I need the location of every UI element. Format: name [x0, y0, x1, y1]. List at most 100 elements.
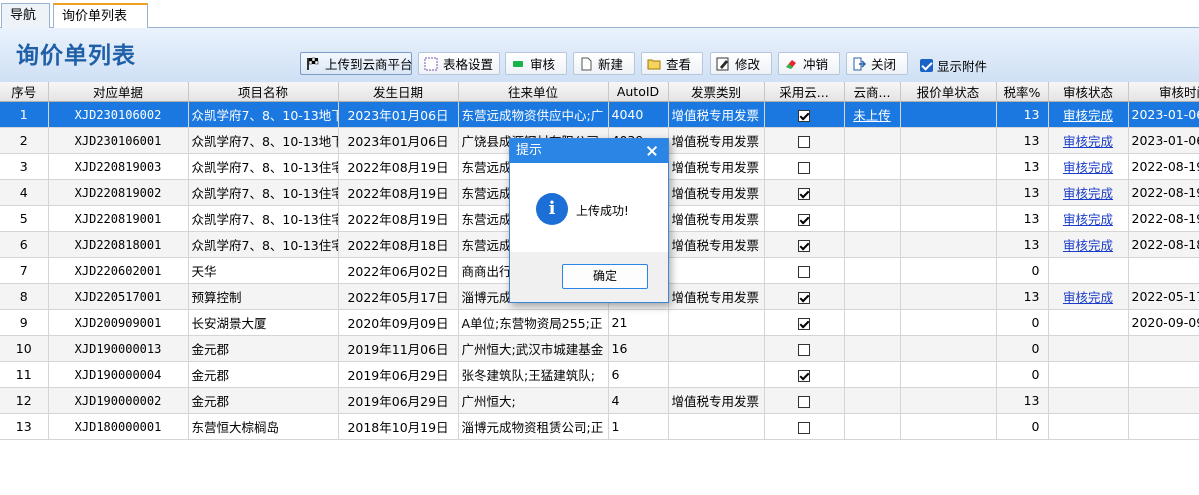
cell-cloud[interactable]	[764, 309, 845, 336]
cloud-checkbox[interactable]	[798, 109, 810, 122]
col-header-audit-time[interactable]: 审核时间	[1128, 82, 1199, 102]
cell-tax[interactable]: 13	[996, 283, 1049, 310]
cell-cloudstat[interactable]	[844, 153, 901, 180]
col-header-quote[interactable]: 报价单状态	[900, 82, 997, 102]
cell-invoice[interactable]	[668, 335, 765, 362]
cell-invoice[interactable]: 增值税专用发票	[668, 179, 765, 206]
cell-cloudstat[interactable]	[844, 387, 901, 414]
cell-quote[interactable]	[900, 335, 997, 362]
cell-audit-time[interactable]: 2022-08-19	[1128, 205, 1199, 232]
cell-invoice[interactable]	[668, 257, 765, 284]
cloud-checkbox[interactable]	[798, 395, 810, 408]
cell-invoice[interactable]: 增值税专用发票	[668, 231, 765, 258]
cell-unit[interactable]: 淄博元成物资租赁公司;正	[458, 413, 609, 440]
cell-project[interactable]: 金元郡	[188, 335, 339, 362]
cell-project[interactable]: 众凯学府7、8、10-13地下	[188, 101, 339, 128]
cell-date[interactable]: 2019年11月06日	[338, 335, 459, 362]
new-button[interactable]: 新建	[573, 52, 635, 75]
cell-tax[interactable]: 0	[996, 413, 1049, 440]
cell-audit[interactable]: 审核完成	[1048, 283, 1129, 310]
table-row[interactable]: 13 XJD180000001 东营恒大棕榈岛 2018年10月19日 淄博元成物资租赁…	[0, 413, 1199, 440]
cell-quote[interactable]	[900, 101, 997, 128]
cell-cloud[interactable]	[764, 153, 845, 180]
cell-date[interactable]: 2022年05月17日	[338, 283, 459, 310]
audit-status-link[interactable]: 审核完成	[1063, 160, 1113, 175]
cell-project[interactable]: 金元郡	[188, 361, 339, 388]
cell-date[interactable]: 2019年06月29日	[338, 361, 459, 388]
cell-project[interactable]: 金元郡	[188, 387, 339, 414]
cell-doc[interactable]: XJD220517001	[48, 283, 189, 310]
cell-cloudstat[interactable]	[844, 335, 901, 362]
cell-invoice[interactable]: 增值税专用发票	[668, 205, 765, 232]
cell-cloudstat[interactable]	[844, 231, 901, 258]
edit-button[interactable]: 修改	[710, 52, 772, 75]
cell-no[interactable]: 10	[0, 335, 49, 362]
cloud-checkbox[interactable]	[798, 317, 810, 330]
cell-invoice[interactable]	[668, 309, 765, 336]
cell-invoice[interactable]: 增值税专用发票	[668, 387, 765, 414]
cell-quote[interactable]	[900, 205, 997, 232]
cell-autoid[interactable]: 1	[608, 413, 669, 440]
cell-date[interactable]: 2018年10月19日	[338, 413, 459, 440]
col-header-cloud[interactable]: 采用云...	[764, 82, 845, 102]
cell-doc[interactable]: XJD200909001	[48, 309, 189, 336]
cell-doc[interactable]: XJD190000004	[48, 361, 189, 388]
cell-audit-time[interactable]: 2022-08-19	[1128, 179, 1199, 206]
cell-unit[interactable]: 广州恒大;武汉市城建基金	[458, 335, 609, 362]
cloud-checkbox[interactable]	[798, 291, 810, 304]
cell-cloud[interactable]	[764, 413, 845, 440]
audit-status-link[interactable]: 审核完成	[1063, 108, 1113, 123]
cell-cloud[interactable]	[764, 127, 845, 154]
cell-quote[interactable]	[900, 231, 997, 258]
cell-date[interactable]: 2022年08月19日	[338, 205, 459, 232]
cell-cloudstat[interactable]	[844, 413, 901, 440]
cell-autoid[interactable]: 6	[608, 361, 669, 388]
cell-cloudstat[interactable]	[844, 361, 901, 388]
cell-unit[interactable]: A单位;东营物资局255;正	[458, 309, 609, 336]
cloud-checkbox[interactable]	[798, 369, 810, 382]
cell-cloud[interactable]	[764, 231, 845, 258]
show-attachments-checkbox[interactable]	[920, 59, 933, 72]
cell-audit-time[interactable]	[1128, 387, 1199, 414]
close-button[interactable]: 关闭	[846, 52, 908, 75]
cell-tax[interactable]: 13	[996, 127, 1049, 154]
cell-date[interactable]: 2023年01月06日	[338, 101, 459, 128]
cell-audit[interactable]: 审核完成	[1048, 101, 1129, 128]
cell-audit[interactable]: 审核完成	[1048, 205, 1129, 232]
show-attachments-toggle[interactable]: 显示附件	[920, 56, 987, 75]
cell-no[interactable]: 8	[0, 283, 49, 310]
col-header-audit[interactable]: 审核状态	[1048, 82, 1129, 102]
ok-button[interactable]: 确定	[562, 264, 648, 289]
cell-tax[interactable]: 13	[996, 179, 1049, 206]
cell-audit-time[interactable]: 2020-09-09	[1128, 309, 1199, 336]
cell-quote[interactable]	[900, 283, 997, 310]
cloud-checkbox[interactable]	[798, 421, 810, 434]
cell-unit[interactable]: 东营远成物资供应中心;广	[458, 101, 609, 128]
cell-cloudstat[interactable]	[844, 309, 901, 336]
cloud-checkbox[interactable]	[798, 213, 810, 226]
cell-unit[interactable]: 张冬建筑队;王猛建筑队;	[458, 361, 609, 388]
cell-audit[interactable]: 审核完成	[1048, 153, 1129, 180]
cell-unit[interactable]: 广州恒大;	[458, 387, 609, 414]
cell-doc[interactable]: XJD190000002	[48, 387, 189, 414]
cell-tax[interactable]: 13	[996, 205, 1049, 232]
cell-no[interactable]: 1	[0, 101, 49, 128]
col-header-date[interactable]: 发生日期	[338, 82, 459, 102]
cell-date[interactable]: 2022年08月19日	[338, 179, 459, 206]
reverse-button[interactable]: 冲销	[778, 52, 840, 75]
cloud-checkbox[interactable]	[798, 187, 810, 200]
cell-quote[interactable]	[900, 309, 997, 336]
cell-date[interactable]: 2019年06月29日	[338, 387, 459, 414]
cell-no[interactable]: 11	[0, 361, 49, 388]
cell-project[interactable]: 天华	[188, 257, 339, 284]
cell-cloudstat[interactable]: 未上传	[844, 101, 901, 128]
cell-cloud[interactable]	[764, 101, 845, 128]
cell-invoice[interactable]: 增值税专用发票	[668, 153, 765, 180]
close-icon[interactable]	[644, 139, 660, 163]
cell-cloud[interactable]	[764, 361, 845, 388]
cell-audit[interactable]: 审核完成	[1048, 179, 1129, 206]
cell-cloud[interactable]	[764, 335, 845, 362]
cell-date[interactable]: 2022年06月02日	[338, 257, 459, 284]
cell-quote[interactable]	[900, 127, 997, 154]
cell-quote[interactable]	[900, 179, 997, 206]
